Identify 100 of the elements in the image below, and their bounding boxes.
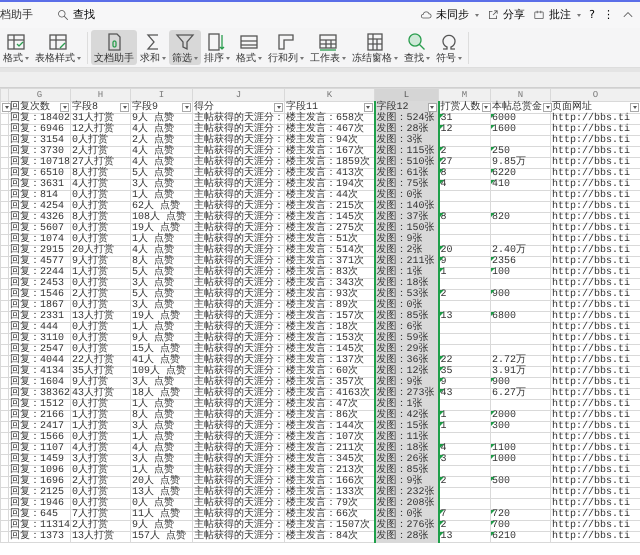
ribbon-button[interactable]: 查找 (401, 30, 433, 65)
table-cell: 9人打赏 (72, 377, 108, 388)
table-cell: 发图：232张 (376, 487, 435, 498)
column-letter[interactable]: I (130, 88, 192, 102)
ribbon-button[interactable]: 行和列 (265, 30, 307, 65)
table-cell: 发图：208张 (376, 498, 435, 509)
table-cell: 回复：3154 (10, 135, 64, 146)
table-cell: 回复：2547 (10, 344, 64, 355)
table-cell: 主帖获得的天涯分： (194, 443, 284, 454)
table-cell: 3人 点赞 (132, 454, 174, 465)
table-cell: 回复：444 (10, 322, 58, 333)
column-letter[interactable]: N (490, 88, 550, 102)
table-cell: 发图：1张 (376, 399, 423, 410)
table-cell: 3人 点赞 (132, 179, 174, 190)
table-cell: 主帖获得的天涯分： (194, 344, 284, 355)
table-cell: 主帖获得的天涯分： (194, 454, 284, 465)
table-cell: 楼主发言：166次 (286, 476, 364, 487)
url-cell: http://bbs.ti (552, 245, 630, 256)
table-cell: 主帖获得的天涯分： (194, 509, 284, 520)
url-cell: http://bbs.ti (552, 498, 630, 509)
table-cell: 发图：29张 (376, 344, 429, 355)
url-cell: http://bbs.ti (552, 157, 630, 168)
table-cell: 108人 点赞 (132, 212, 186, 223)
table-cell: 0人打赏 (72, 399, 108, 410)
ribbon-button[interactable]: 筛选 (169, 30, 201, 65)
ribbon-button[interactable]: 求和 (137, 30, 169, 65)
table-cell: 1人打赏 (72, 267, 108, 278)
column-heading: 字段11 (286, 102, 318, 112)
table-cell: 主帖获得的天涯分： (194, 267, 284, 278)
ribbon-button[interactable]: 符号 (433, 30, 465, 65)
url-cell: http://bbs.ti (552, 190, 630, 201)
table-cell: 4人打赏 (72, 179, 108, 190)
table-cell: 回复：2453 (10, 278, 64, 289)
table-cell: 楼主发言：211次 (286, 443, 364, 454)
table-cell: 250 (492, 146, 510, 157)
table-cell: 主帖获得的天涯分： (194, 487, 284, 498)
url-cell: http://bbs.ti (552, 289, 630, 300)
comment-button[interactable]: 批注 (529, 6, 586, 24)
table-cell: 楼主发言：144次 (286, 421, 364, 432)
ribbon-button[interactable]: 冻结窗格 (349, 30, 401, 65)
table-cell: 主帖获得的天涯分： (194, 212, 284, 223)
table-cell: 3.91万 (492, 366, 526, 377)
ribbon-button[interactable]: 排序 (201, 30, 233, 65)
table-cell: 发图：510张 (376, 157, 435, 168)
more-button[interactable]: ⋮ (599, 6, 618, 24)
table-cell: 回复：645 (10, 509, 58, 520)
share-button[interactable]: 分享 (483, 6, 530, 24)
table-cell: 楼主发言：51次 (286, 234, 358, 245)
column-letter[interactable]: H (70, 88, 130, 102)
table-cell: 回复：18402 (10, 113, 70, 124)
table-cell: 发图：18张 (376, 443, 429, 454)
column-heading: 字段9 (132, 102, 158, 112)
table-cell: 回复：2244 (10, 267, 64, 278)
table-cell: 9.85万 (492, 157, 526, 168)
ribbon-button[interactable]: 工作表 (307, 30, 349, 65)
table-cell: 1人 点赞 (132, 322, 174, 333)
column-letter[interactable]: O (550, 88, 640, 102)
table-cell: 发图：9张 (376, 476, 423, 487)
table-cell: 楼主发言：357次 (286, 377, 364, 388)
url-cell: http://bbs.ti (552, 476, 630, 487)
column-letter[interactable]: G (8, 88, 70, 102)
table-cell: 主帖获得的天涯分： (194, 289, 284, 300)
table-cell: 主帖获得的天涯分： (194, 278, 284, 289)
table-cell: 3人 点赞 (132, 278, 174, 289)
url-cell: http://bbs.ti (552, 311, 630, 322)
url-cell: http://bbs.ti (552, 410, 630, 421)
ribbon-button[interactable]: 表格样式 (32, 30, 84, 65)
table-cell: 4人 点赞 (132, 124, 174, 135)
table-cell: 回复：4254 (10, 201, 64, 212)
table-cell: 7 (440, 509, 447, 520)
table-cell: 主帖获得的天涯分： (194, 432, 284, 443)
ribbon-button[interactable]: 格式 (0, 30, 32, 65)
sync-status-button[interactable]: 未同步 (416, 6, 484, 24)
column-letter[interactable]: M (438, 88, 490, 102)
ribbon-button[interactable]: 格式 (233, 30, 265, 65)
table-cell: 楼主发言：514次 (286, 245, 364, 256)
table-cell: 发图：61张 (376, 168, 429, 179)
table-cell: 900 (492, 377, 510, 388)
document-assistant-tab[interactable]: 档助手 (0, 6, 33, 24)
table-cell: 20人 点赞 (132, 476, 180, 487)
table-cell: 回复：2915 (10, 245, 64, 256)
column-letter[interactable]: K (284, 88, 374, 102)
column-letter[interactable]: L (374, 88, 438, 102)
table-cell: 楼主发言：18次 (286, 322, 358, 333)
url-cell: http://bbs.ti (552, 322, 630, 333)
search-button[interactable]: 查找 (57, 6, 95, 24)
table-cell: 1600 (492, 124, 516, 135)
table-cell: 发图：9张 (376, 377, 423, 388)
table-cell: 500 (492, 476, 510, 487)
column-letter[interactable]: J (192, 88, 284, 102)
table-cell: 楼主发言：145次 (286, 344, 364, 355)
table-cell: 发图：140张 (376, 201, 435, 212)
table-cell: 4 (440, 179, 447, 190)
table-cell: 4人 点赞 (132, 245, 174, 256)
table-cell: 回复：1096 (10, 465, 64, 476)
url-cell: http://bbs.ti (552, 388, 630, 399)
ribbon-button[interactable]: 文档助手 (91, 30, 137, 65)
url-cell: http://bbs.ti (552, 124, 630, 135)
url-cell: http://bbs.ti (552, 135, 630, 146)
help-button[interactable]: ? (585, 6, 599, 24)
